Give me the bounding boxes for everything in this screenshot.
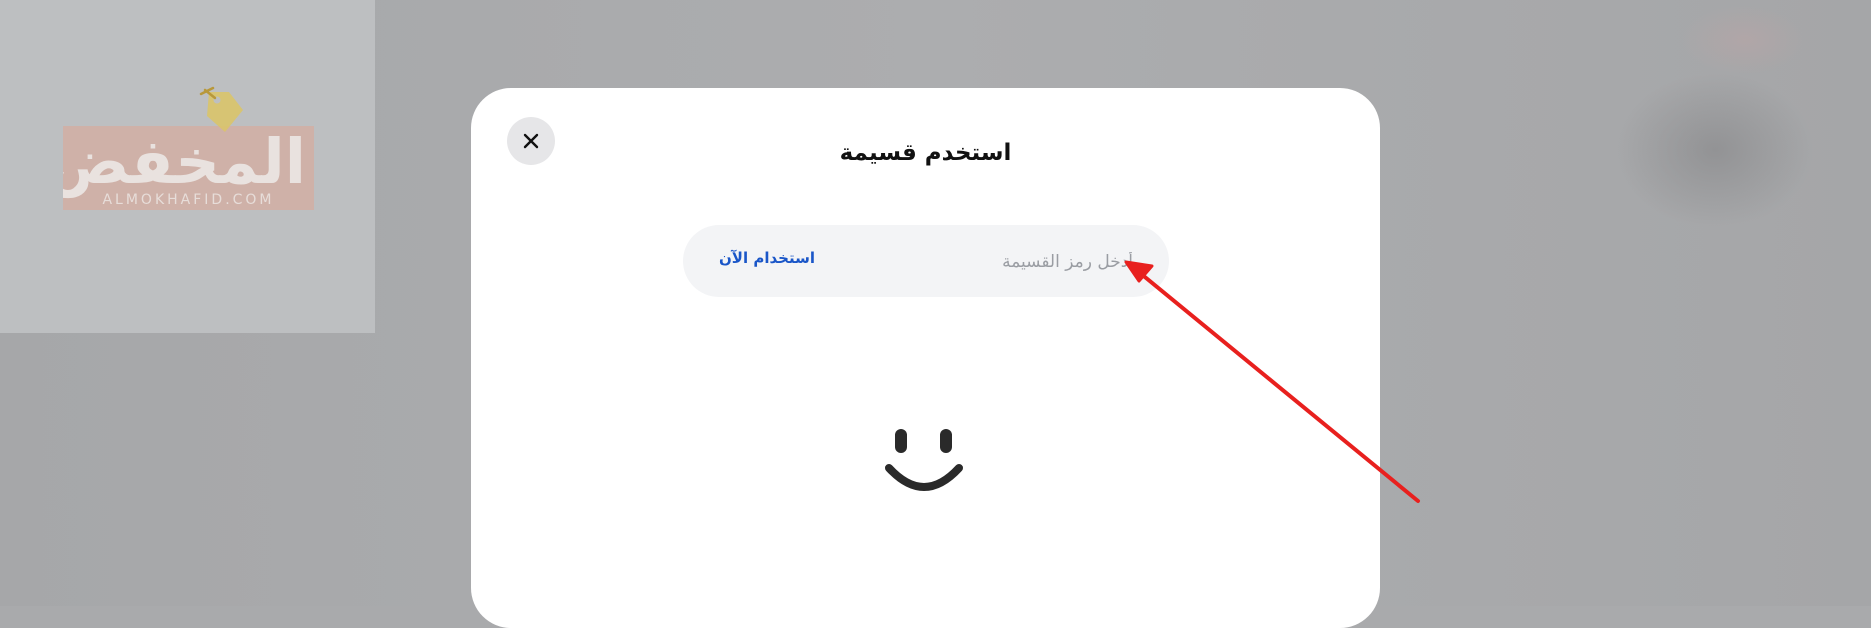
- apply-coupon-button[interactable]: استخدام الآن: [719, 249, 815, 267]
- smile-icon: [885, 429, 963, 491]
- logo-domain-text: ALMOKHAFID.COM: [102, 192, 275, 208]
- coupon-code-input[interactable]: [871, 241, 1135, 283]
- modal-title: استخدم قسيمة: [839, 140, 1012, 166]
- coupon-modal: استخدم قسيمة استخدام الآن: [471, 88, 1380, 628]
- coupon-code-bar: استخدام الآن: [683, 225, 1169, 297]
- logo-arabic-text: المخفض: [63, 126, 307, 198]
- site-logo: المخفض ALMOKHAFID.COM: [63, 126, 314, 210]
- background-logo-panel: المخفض ALMOKHAFID.COM: [0, 0, 375, 333]
- price-tag-icon: [199, 86, 243, 132]
